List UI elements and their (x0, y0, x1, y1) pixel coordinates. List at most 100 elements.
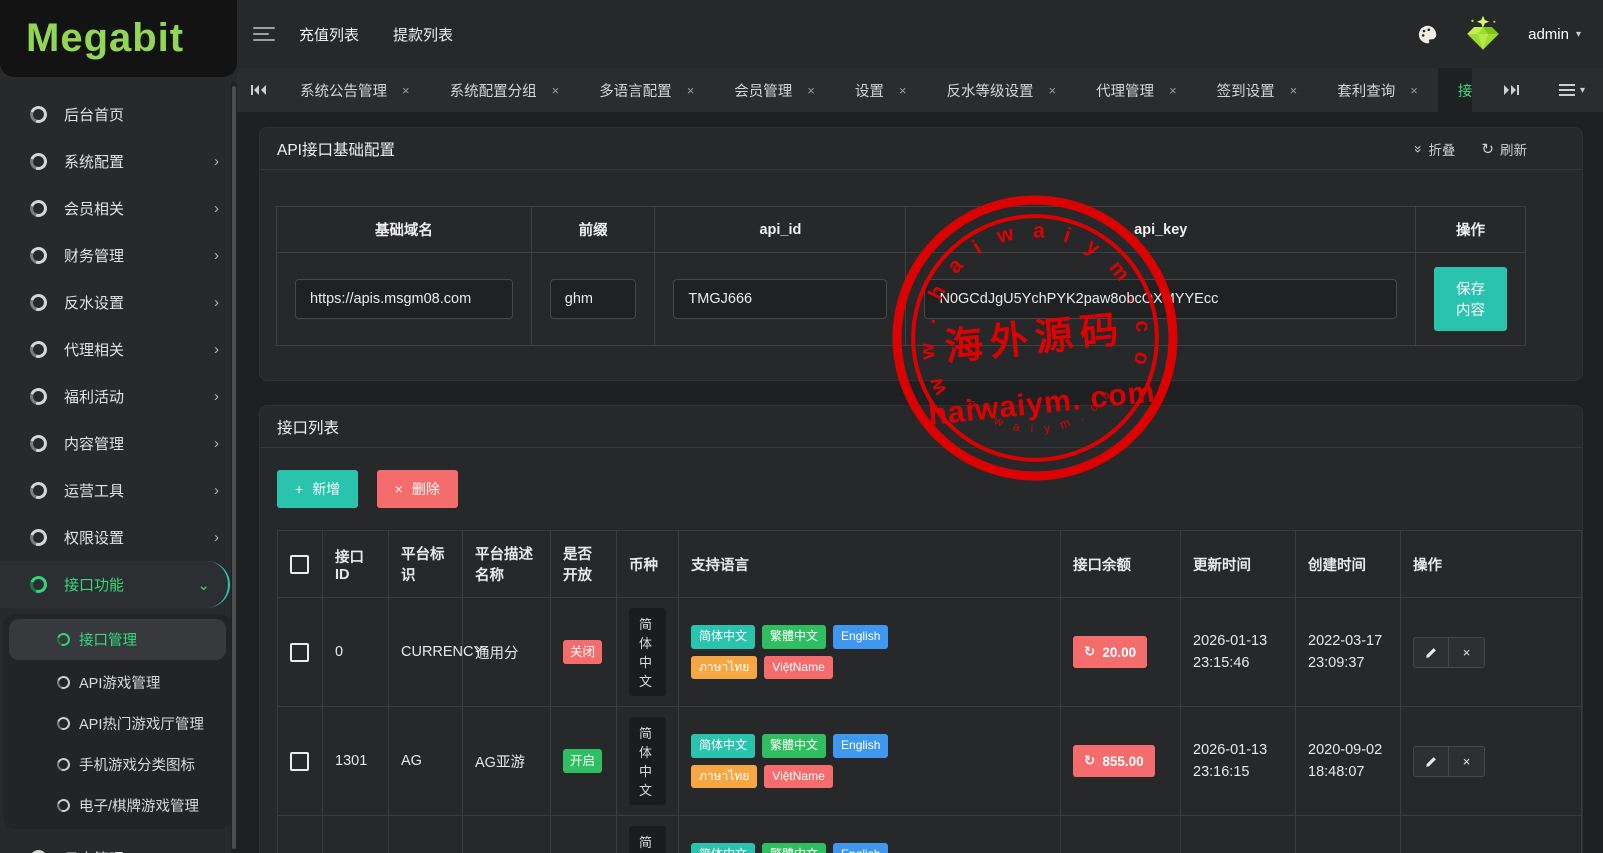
tab[interactable]: 代理管理 × (1076, 68, 1197, 112)
sidebar-subitem[interactable]: API游戏管理 (3, 662, 232, 703)
interface-list-panel: 接口列表 + 新增 × 删除 (259, 405, 1583, 853)
col-interface-id: 接口ID (323, 531, 389, 598)
col-languages: 支持语言 (679, 531, 1061, 598)
col-operation: 操作 (1401, 531, 1582, 598)
platform-code: BBIN (389, 816, 463, 853)
tab[interactable]: 会员管理 × (714, 68, 835, 112)
add-button[interactable]: + 新增 (277, 470, 358, 508)
platform-code: AG (389, 707, 463, 816)
delete-button[interactable]: × 删除 (377, 470, 458, 508)
col-platform-name: 平台描述名称 (463, 531, 551, 598)
api-id-input[interactable] (673, 279, 887, 319)
language-badge: 繁體中文 (762, 843, 826, 853)
prefix-input[interactable] (550, 279, 637, 319)
sidebar-subitem-label: 接口管理 (79, 629, 137, 650)
api-config-table: 基础域名 前缀 api_id api_key 操作 保存内容 (276, 206, 1526, 346)
base-domain-input[interactable] (295, 279, 513, 319)
nav-recharge-list[interactable]: 充值列表 (299, 24, 359, 45)
tab-close-icon[interactable]: × (807, 83, 815, 98)
edit-button[interactable] (1413, 746, 1449, 777)
tab-label: 会员管理 (734, 80, 792, 101)
sidebar-item[interactable]: 后台首页 (0, 91, 237, 138)
chevron-icon: › (214, 153, 219, 170)
tab-close-icon[interactable]: × (1290, 83, 1298, 98)
select-all-checkbox[interactable] (290, 555, 309, 574)
tab-options-menu[interactable]: ▾ (1559, 81, 1585, 99)
refresh-button[interactable]: ↻ 刷新 (1481, 139, 1527, 159)
interface-list-body: + 新增 × 删除 (260, 448, 1582, 853)
sidebar-item-label: 后台首页 (64, 104, 219, 125)
save-button[interactable]: 保存内容 (1434, 267, 1507, 331)
tabs-scroll-right-icon[interactable] (1490, 84, 1533, 96)
row-checkbox[interactable] (290, 643, 309, 662)
language-badge: ViệtName (764, 656, 832, 680)
tab-close-icon[interactable]: × (402, 83, 410, 98)
tab-close-icon[interactable]: × (899, 83, 907, 98)
theme-palette-icon[interactable] (1417, 24, 1438, 45)
language-badge: English (833, 734, 888, 758)
sidebar-item[interactable]: 权限设置 › (0, 514, 237, 561)
nav-withdraw-list[interactable]: 提款列表 (393, 24, 453, 45)
tab[interactable]: 签到设置 × (1197, 68, 1318, 112)
tab[interactable]: 系统配置分组 × (430, 68, 580, 112)
chevron-icon: › (214, 435, 219, 452)
sidebar-item[interactable]: 会员相关 › (0, 185, 237, 232)
user-menu[interactable]: admin ▾ (1528, 26, 1581, 43)
tab[interactable]: 套利查询 × (1317, 68, 1438, 112)
tabbar-right: ▾ (1472, 81, 1603, 99)
tab-label: 签到设置 (1217, 80, 1275, 101)
edit-button[interactable] (1413, 637, 1449, 668)
chevron-icon: › (214, 200, 219, 217)
refresh-icon: ↻ (1481, 140, 1494, 158)
row-checkbox[interactable] (290, 752, 309, 771)
delete-row-button[interactable]: × (1449, 746, 1485, 777)
sidebar-item[interactable]: 财务管理 › (0, 232, 237, 279)
balance-value: 855.00 (1102, 754, 1143, 769)
balance-badge[interactable]: ↻ 20.00 (1073, 636, 1147, 668)
circle-icon (27, 150, 50, 173)
tab[interactable]: 系统公告管理 × (280, 68, 430, 112)
sidebar-item[interactable]: 日志管理 › (0, 835, 237, 853)
collapse-button[interactable]: » 折叠 (1415, 139, 1456, 159)
sidebar-subitem[interactable]: 手机游戏分类图标 (3, 744, 232, 785)
sidebar-subitem[interactable]: 电子/棋牌游戏管理 (3, 785, 232, 826)
scrollbar-thumb[interactable] (232, 86, 236, 849)
delete-row-button[interactable]: × (1449, 637, 1485, 668)
sidebar-item[interactable]: 系统配置 › (0, 138, 237, 185)
api-config-panel: API接口基础配置 » 折叠 ↻ 刷新 (259, 127, 1583, 381)
tab-close-icon[interactable]: × (687, 83, 695, 98)
avatar-gem-icon[interactable] (1462, 13, 1504, 55)
balance-badge[interactable]: ↻ 855.00 (1073, 745, 1155, 777)
sidebar-item[interactable]: 福利活动 › (0, 373, 237, 420)
tab-close-icon[interactable]: × (552, 83, 560, 98)
circle-icon (27, 526, 50, 549)
tab[interactable]: 接口管理 × (1438, 68, 1472, 112)
sidebar-item[interactable]: 内容管理 › (0, 420, 237, 467)
col-balance: 接口余额 (1061, 531, 1181, 598)
sidebar-item[interactable]: 运营工具 › (0, 467, 237, 514)
sidebar-subitem[interactable]: 接口管理 (9, 619, 226, 660)
sidebar-item[interactable]: 接口功能 ⌄ (0, 561, 230, 608)
sidebar-subitem[interactable]: API热门游戏厅管理 (3, 703, 232, 744)
tab[interactable]: 反水等级设置 × (926, 68, 1076, 112)
sidebar-subitem-label: 电子/棋牌游戏管理 (79, 795, 199, 816)
tab-close-icon[interactable]: × (1169, 83, 1177, 98)
circle-icon (27, 197, 50, 220)
chevron-icon: › (214, 294, 219, 311)
api-key-input[interactable] (924, 279, 1397, 319)
topbar-nav: 充值列表 提款列表 (299, 24, 453, 45)
tab[interactable]: 多语言配置 × (579, 68, 714, 112)
chevron-icon: ⌄ (197, 576, 210, 594)
tabs-scroll-left-icon[interactable] (237, 84, 280, 96)
chevron-icon: › (214, 482, 219, 499)
brand-logo[interactable]: Megabit (0, 0, 237, 77)
sidebar-item[interactable]: 代理相关 › (0, 326, 237, 373)
tab-close-icon[interactable]: × (1410, 83, 1418, 98)
tab-label: 系统配置分组 (450, 80, 537, 101)
panel-title: 接口列表 (277, 416, 339, 438)
tab[interactable]: 设置 × (835, 68, 927, 112)
tab-close-icon[interactable]: × (1048, 83, 1056, 98)
sidebar-item[interactable]: 反水设置 › (0, 279, 237, 326)
language-badges: 简体中文繁體中文EnglishภาษาไทยViệtName (691, 843, 941, 853)
sidebar-toggle-icon[interactable] (253, 23, 275, 45)
